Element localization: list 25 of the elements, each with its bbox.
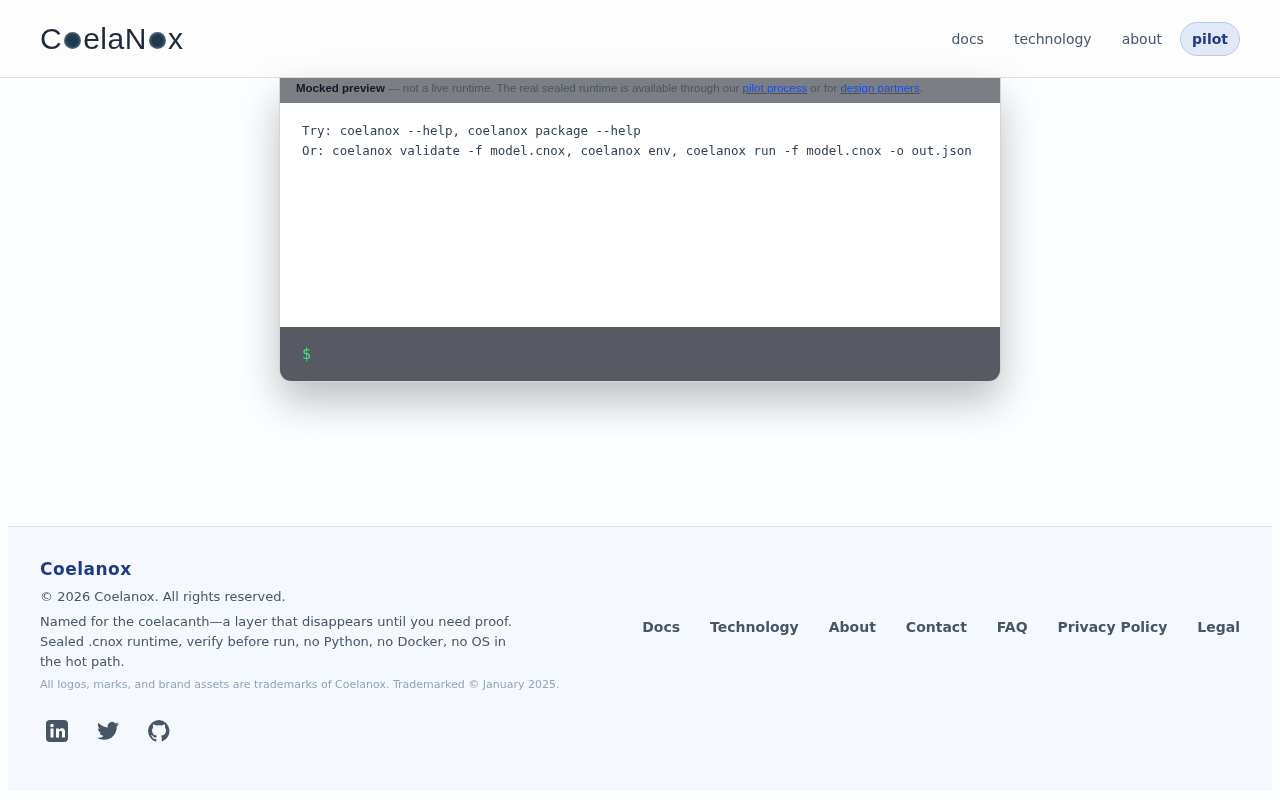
description-text: Named for the coelacanth—a layer that disappears until you need proof. Sealed .cnox runtime, verify before run, no Python, no Docker, no OS in the hot path.: [40, 613, 513, 671]
footer-link[interactable]: Docs: [642, 619, 681, 635]
twitter-bird-icon[interactable]: [96, 719, 120, 743]
copyright-text: © 2026 Coelanox. All rights reserved.: [40, 589, 287, 604]
prompt-symbol: $: [302, 345, 312, 363]
trademark-text: All logos, marks, and brand assets are trademarks of Coelanox. Trademarked © January 2025.: [40, 678, 560, 691]
dot-icon: [64, 32, 82, 49]
footer-brand: Coelanox: [40, 559, 133, 579]
footer-link[interactable]: Technology: [710, 619, 799, 635]
nav-link[interactable]: about: [1109, 21, 1175, 56]
logo[interactable]: C elaN x: [40, 21, 184, 56]
footer-link[interactable]: FAQ: [996, 619, 1028, 635]
nav-link[interactable]: pilot: [1180, 21, 1240, 56]
terminal-output-line: Or: coelanox validate -f model.cnox, coelanox env, coelanox run -f model.cnox -o out.json: [302, 142, 973, 160]
footer-link[interactable]: Contact: [905, 619, 967, 635]
linkedin-icon[interactable]: [45, 719, 69, 743]
terminal-output-line: Try: coelanox --help, coelanox package --help: [302, 122, 642, 140]
nav-link[interactable]: technology: [1001, 21, 1104, 56]
footer-link[interactable]: Privacy Policy: [1057, 619, 1168, 635]
github-icon[interactable]: [147, 719, 171, 743]
nav-link[interactable]: docs: [939, 21, 996, 56]
command-input-field[interactable]: $: [280, 327, 1000, 381]
dot-icon: [148, 32, 166, 49]
footer-link[interactable]: Legal: [1197, 619, 1240, 635]
footer-link[interactable]: About: [828, 619, 876, 635]
